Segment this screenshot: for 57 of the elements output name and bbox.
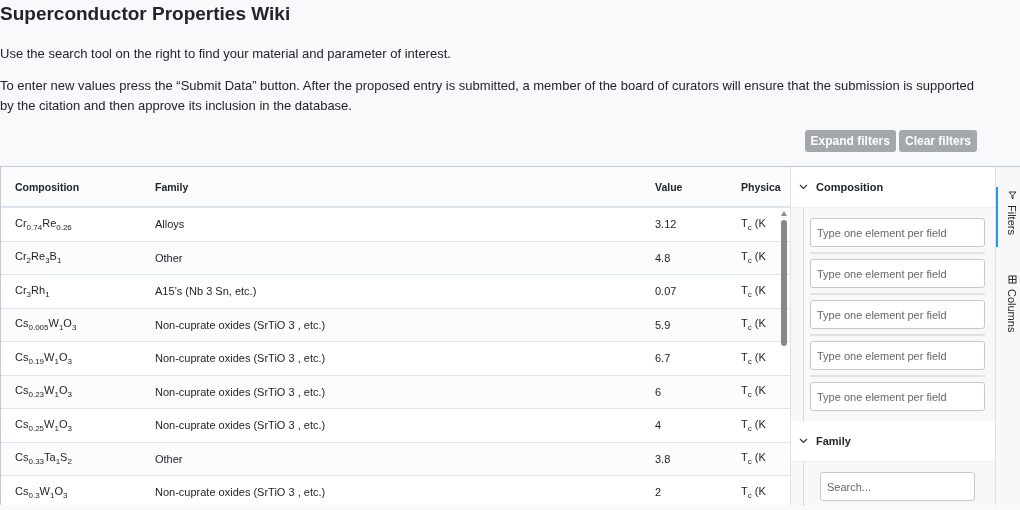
chevron-icon [799, 438, 808, 444]
column-header[interactable]: Value [655, 180, 741, 193]
table-cell-text: Cs$_{0.005}$W$_{1}$O$_{3}$ [15, 317, 78, 333]
table-cell-text: Non-cuprate oxides (SrTiO 3 , etc.) [155, 486, 327, 499]
table-cell-text: Non-cuprate oxides (SrTiO 3 , etc.) [155, 318, 327, 331]
table-cell-text: 0.07 [655, 285, 678, 298]
table-cell-text: 5.9 [655, 318, 672, 331]
side-tab[interactable]: Filters [996, 187, 1020, 247]
element-field[interactable]: Type one element per field [810, 382, 985, 411]
table-cell-text: 4.8 [655, 251, 672, 264]
column-header[interactable]: Physica [741, 180, 789, 193]
table-cell-text: T$_{c}$ (K [741, 484, 767, 500]
table-cell-text: T$_{c}$ (K [741, 216, 767, 232]
table-cell-text: Cr$_{0.74}$Re$_{0.26}$ [15, 216, 73, 232]
table-cell-text: 6.7 [655, 352, 672, 365]
element-field[interactable]: Type one element per field [810, 259, 985, 288]
table-cell-text: 3.12 [655, 218, 678, 231]
table-cell-text: Cs$_{0.3}$W$_{1}$O$_{3}$ [15, 484, 69, 500]
element-field[interactable]: Type one element per field [810, 341, 985, 370]
table-cell-text: T$_{c}$ (K [741, 384, 767, 400]
table-cell-text: A15’s (Nb 3 Sn, etc.) [155, 285, 258, 298]
column-header[interactable]: Composition [15, 180, 155, 193]
table-cell-text: T$_{c}$ (K [741, 451, 767, 467]
table-cell-text: T$_{c}$ (K [741, 250, 767, 266]
table-cell-text: 2 [655, 486, 663, 499]
table-cell-text: Non-cuprate oxides (SrTiO 3 , etc.) [155, 352, 327, 365]
table-cell-text: Alloys [155, 218, 186, 231]
table-cell-text: T$_{c}$ (K [741, 283, 767, 299]
search-field[interactable]: Search... [820, 472, 975, 501]
table-cell-text: Non-cuprate oxides (SrTiO 3 , etc.) [155, 385, 327, 398]
table-cell-text: Cs$_{0.33}$Ta$_{1}$S$_{2}$ [15, 451, 73, 467]
element-field[interactable]: Type one element per field [810, 300, 985, 329]
table-cell-text: Other [155, 251, 184, 264]
table-cell-text: T$_{c}$ (K [741, 417, 767, 433]
filter-icon [1007, 191, 1017, 200]
chevron-icon [799, 184, 808, 190]
table-cell-text: Cs$_{0.19}$W$_{1}$O$_{3}$ [15, 350, 73, 366]
page-title: Superconductor Properties Wiki [0, 2, 292, 26]
table-cell-text: 6 [655, 385, 663, 398]
intro-paragraph: To enter new values press the “Submit Data” button. After the proposed entry is submitted, a member of the board of curators will ensure that the submission is supported by the citation and then approve its inclusion in the database. [0, 77, 975, 115]
filter-section-header[interactable]: Family [791, 421, 995, 462]
table-cell-text: Cs$_{0.23}$W$_{1}$O$_{3}$ [15, 384, 73, 400]
table-cell-text: T$_{c}$ (K [741, 350, 767, 366]
table-cell-text: Non-cuprate oxides (SrTiO 3 , etc.) [155, 419, 327, 432]
element-field[interactable]: Type one element per field [810, 218, 985, 247]
column-header[interactable]: Family [155, 180, 655, 193]
columns-icon [1007, 274, 1017, 284]
filter-section-header[interactable]: Composition [791, 167, 995, 208]
intro-paragraph: Use the search tool on the right to find your material and parameter of interest. [0, 45, 452, 63]
table-cell-text: Cr$_{3}$Rh$_{1}$ [15, 283, 51, 299]
table-cell-text: 4 [655, 419, 663, 432]
table-cell-text: Other [155, 452, 184, 465]
table-cell-text: T$_{c}$ (K [741, 317, 767, 333]
table-cell-text: Cs$_{0.25}$W$_{1}$O$_{3}$ [15, 417, 73, 433]
side-tab[interactable]: Columns [996, 270, 1020, 345]
table-cell-text: Cr$_{2}$Re$_{3}$B$_{1}$ [15, 250, 63, 266]
table-cell-text: 3.8 [655, 452, 672, 465]
